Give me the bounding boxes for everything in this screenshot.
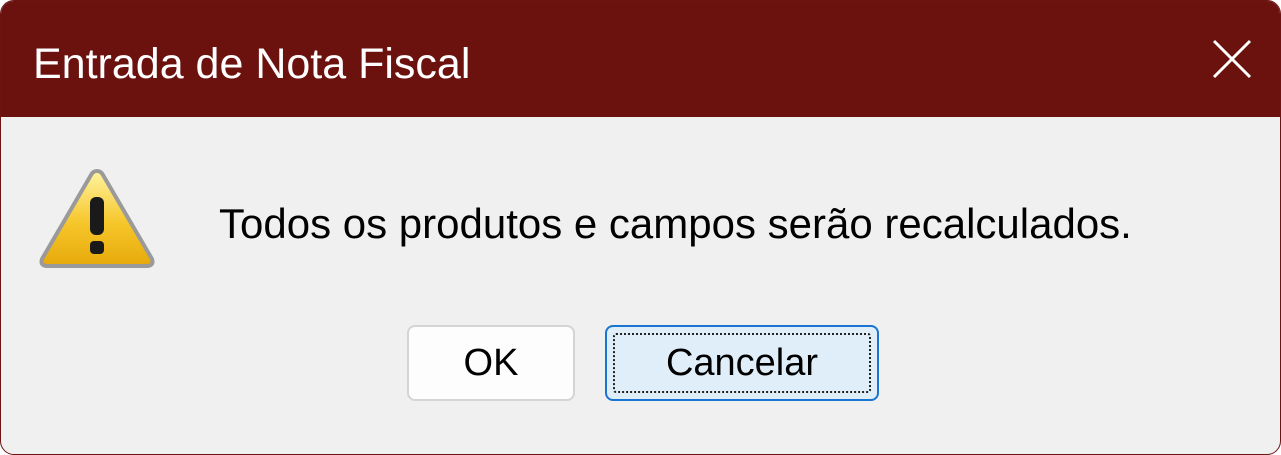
ok-button[interactable]: OK [407, 325, 575, 401]
window-title: Entrada de Nota Fiscal [33, 40, 471, 88]
warning-icon [37, 167, 157, 271]
title-bar[interactable]: Entrada de Nota Fiscal [1, 1, 1280, 117]
close-button[interactable] [1184, 1, 1280, 117]
dialog-message: Todos os produtos e campos serão recalcu… [219, 200, 1132, 247]
cancel-button-label: Cancelar [665, 342, 819, 384]
message-dialog: Entrada de Nota Fiscal Todos os produtos… [0, 0, 1281, 455]
dialog-body: Todos os produtos e campos serão recalcu… [1, 117, 1280, 454]
cancel-button[interactable]: Cancelar [605, 325, 879, 401]
close-icon [1212, 39, 1252, 79]
